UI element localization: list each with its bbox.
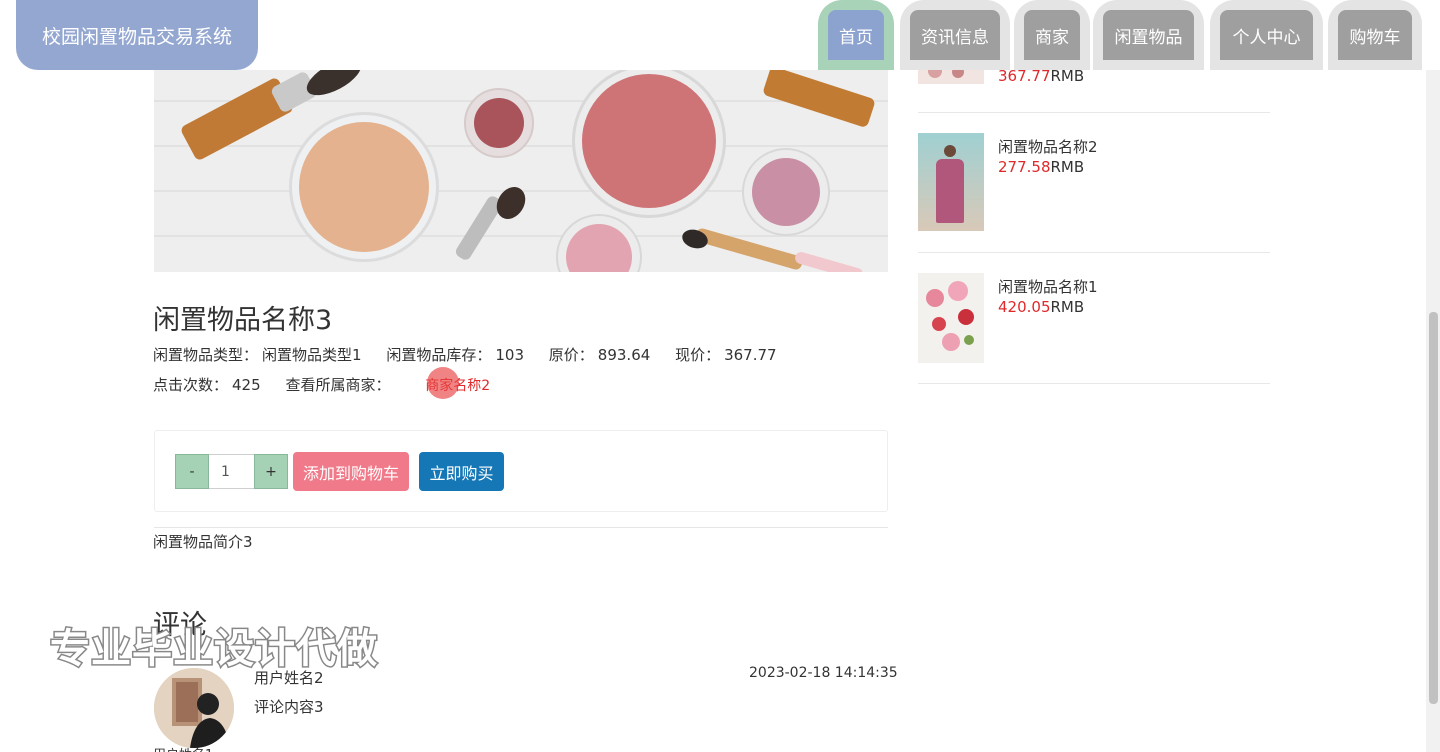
side-item-price: 420.05RMB (998, 298, 1085, 316)
comment-time: 2023-02-18 14:14:35 (749, 665, 898, 681)
nav-profile-label: 个人中心 (1220, 10, 1313, 60)
side-item-thumb (918, 133, 984, 231)
nav-merchants[interactable]: 商家 (1014, 0, 1090, 70)
site-title: 校园闲置物品交易系统 (41, 25, 232, 48)
type-label: 闲置物品类型： (153, 346, 259, 364)
side-item-2[interactable]: 闲置物品名称2 277.58RMB (918, 133, 1270, 233)
side-item-thumb (918, 70, 984, 84)
side-item-price: 367.77RMB (998, 67, 1085, 85)
type-value: 闲置物品类型1 (262, 346, 362, 364)
buy-now-button[interactable]: 立即购买 (419, 452, 504, 491)
stock-value: 103 (495, 346, 524, 364)
nav-cart[interactable]: 购物车 (1328, 0, 1422, 70)
side-divider (918, 112, 1270, 113)
product-intro: 闲置物品简介3 (153, 533, 253, 551)
quantity-plus-button[interactable]: + (254, 454, 288, 489)
site-brand[interactable]: 校园闲置物品交易系统 (16, 0, 258, 70)
nav-idle-items[interactable]: 闲置物品 (1093, 0, 1204, 70)
current-price-label: 现价： (675, 346, 721, 364)
comment-user: 用户姓名2 (254, 669, 324, 687)
nav-home[interactable]: 首页 (818, 0, 894, 70)
side-item-price: 277.58RMB (998, 158, 1085, 176)
current-price-value: 367.77 (724, 346, 777, 364)
quantity-minus-button[interactable]: - (175, 454, 209, 489)
side-item-thumb (918, 273, 984, 363)
original-price-value: 893.64 (597, 346, 651, 364)
avatar (154, 668, 234, 748)
merchant-label: 查看所属商家： (285, 376, 391, 394)
page-scrollbar-thumb[interactable] (1429, 312, 1438, 704)
product-meta-row: 闲置物品类型： 闲置物品类型1 闲置物品库存： 103 原价： 893.64 现价： 3… (153, 344, 781, 365)
comment-content: 评论内容3 (254, 698, 324, 716)
side-item-3[interactable]: 367.77RMB (918, 67, 1270, 90)
nav-idle-items-label: 闲置物品 (1103, 10, 1194, 60)
original-price-label: 原价： (548, 346, 594, 364)
next-comment-user: 用户姓名1 (153, 744, 213, 752)
clicks-value: 425 (232, 376, 261, 394)
side-divider (918, 383, 1270, 384)
quantity-input[interactable] (209, 454, 255, 489)
watermark-text: 专业毕业设计代做 (49, 625, 379, 674)
section-divider (154, 527, 888, 528)
side-divider (918, 252, 1270, 253)
add-to-cart-button[interactable]: 添加到购物车 (293, 452, 409, 491)
nav-news-label: 资讯信息 (910, 10, 1000, 60)
clicks-label: 点击次数： (153, 376, 229, 394)
nav-profile[interactable]: 个人中心 (1210, 0, 1323, 70)
mouse-cursor-highlight (427, 367, 459, 399)
side-item-name: 闲置物品名称2 (998, 138, 1098, 156)
nav-home-label: 首页 (828, 10, 884, 60)
product-title: 闲置物品名称3 (153, 305, 333, 336)
stock-label: 闲置物品库存： (386, 346, 492, 364)
side-item-1[interactable]: 闲置物品名称1 420.05RMB (918, 273, 1270, 365)
nav-cart-label: 购物车 (1338, 10, 1412, 60)
side-item-name: 闲置物品名称1 (998, 278, 1098, 296)
nav-merchants-label: 商家 (1024, 10, 1080, 60)
product-image (154, 70, 888, 272)
nav-news[interactable]: 资讯信息 (900, 0, 1010, 70)
